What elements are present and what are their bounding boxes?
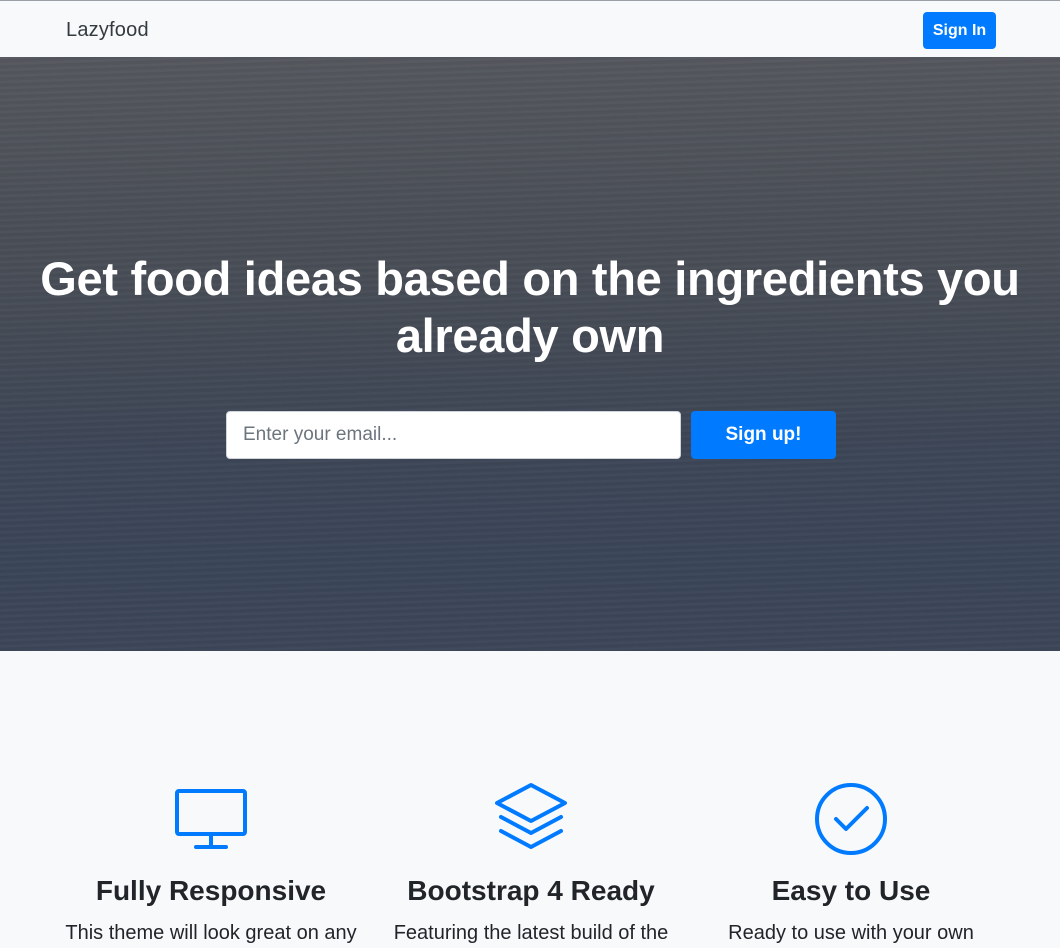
hero-title-line1: Get food ideas based on the ingredients …	[40, 252, 1020, 305]
sign-up-button[interactable]: Sign up!	[691, 411, 836, 459]
monitor-icon	[175, 789, 247, 849]
navbar: Lazyfood Sign In	[0, 0, 1060, 57]
brand-logo-link[interactable]: Lazyfood	[66, 19, 149, 42]
sign-in-button[interactable]: Sign In	[923, 12, 996, 49]
email-input[interactable]	[226, 411, 681, 459]
feature-text: This theme will look great on any	[65, 922, 357, 944]
feature-title: Fully Responsive	[95, 875, 327, 906]
hero-title-line2: already own	[395, 309, 665, 362]
check-circle-icon	[815, 783, 887, 855]
layers-icon	[495, 783, 567, 849]
feature-title: Bootstrap 4 Ready	[407, 875, 655, 906]
feature-title: Easy to Use	[771, 875, 931, 906]
hero-title: Get food ideas based on the ingredients …	[0, 250, 1060, 364]
feature-text: Ready to use with your own	[728, 922, 974, 944]
features-section: Fully Responsive This theme will look gr…	[0, 651, 1060, 948]
hero-section: Get food ideas based on the ingredients …	[0, 57, 1060, 651]
feature-text: Featuring the latest build of the	[393, 922, 669, 944]
